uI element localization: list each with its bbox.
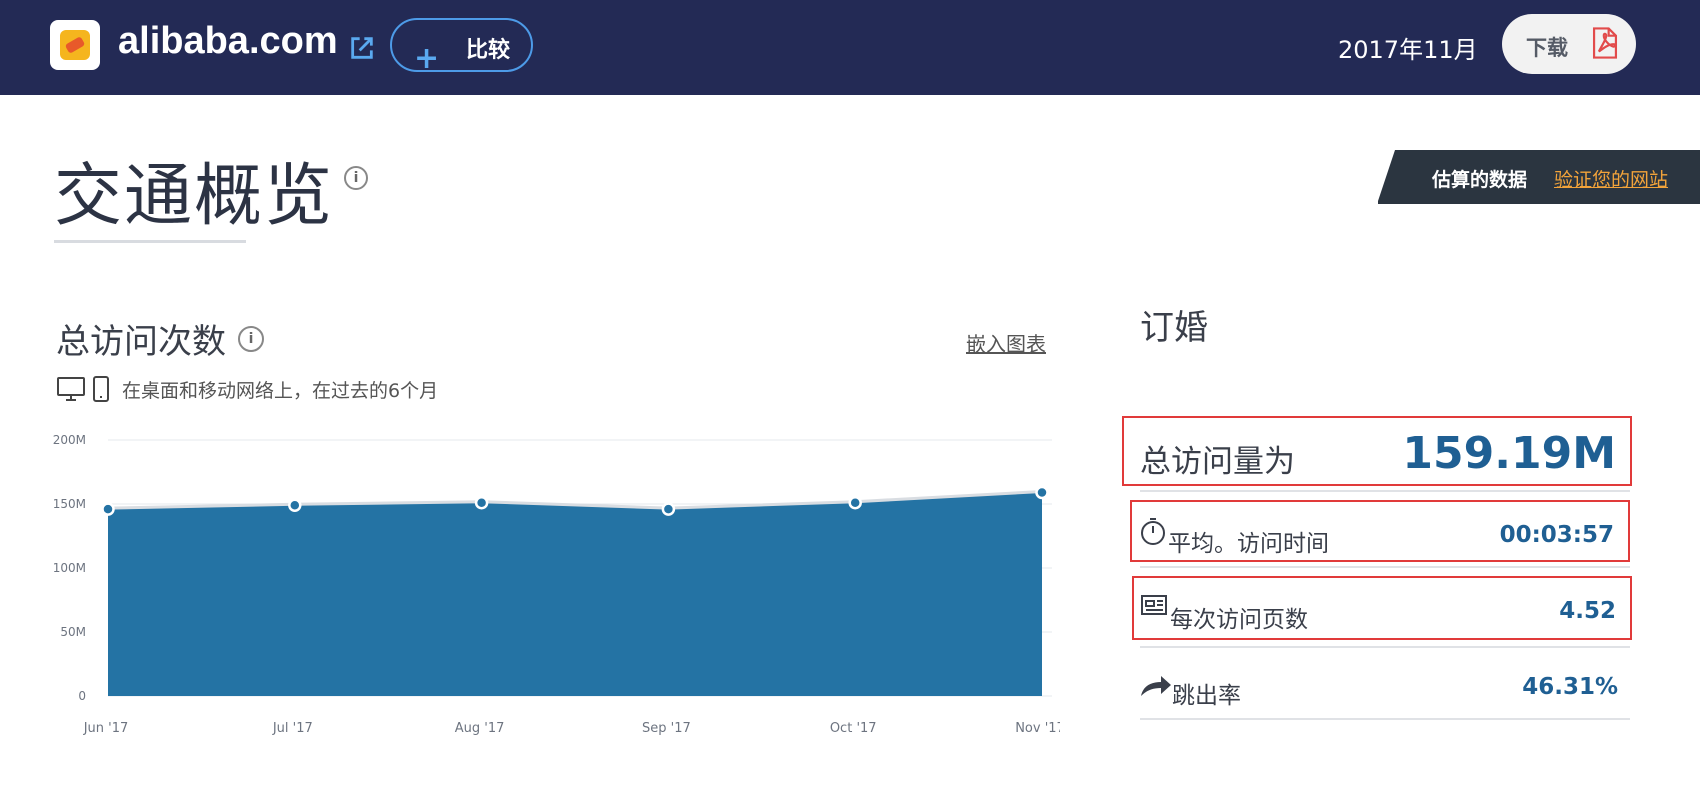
pages-per-visit-label: 每次访问页数	[1170, 607, 1308, 633]
pages-per-visit-value: 4.52	[1559, 598, 1616, 624]
title-underline	[54, 240, 246, 243]
x-tick-label: Oct '17	[830, 721, 877, 736]
plus-icon: +	[414, 41, 440, 76]
engagement-title: 订婚	[1140, 308, 1208, 348]
site-name: alibaba.com	[118, 20, 338, 62]
mobile-icon	[93, 376, 109, 402]
info-icon[interactable]: i	[238, 326, 264, 352]
total-visits-value: 159.19M	[1402, 428, 1616, 479]
x-tick-label: Jul '17	[272, 721, 313, 736]
bounce-arrow-icon	[1141, 676, 1171, 696]
divider	[1140, 646, 1630, 648]
pages-icon	[1141, 595, 1167, 615]
data-point	[848, 495, 862, 510]
verify-site-link[interactable]: 验证您的网站	[1554, 165, 1668, 192]
estimate-text: 估算的数据	[1432, 169, 1528, 191]
data-point	[101, 502, 115, 516]
download-button[interactable]: 下载	[1502, 14, 1636, 74]
bounce-rate-value: 46.31%	[1522, 674, 1618, 700]
avg-duration-metric: 平均。访问时间 00:03:57	[1130, 500, 1630, 562]
x-tick-label: Aug '17	[455, 721, 505, 736]
stopwatch-icon	[1141, 518, 1165, 545]
estimate-ribbon: 估算的数据 验证您的网站	[1377, 150, 1700, 204]
data-point	[661, 502, 676, 516]
pages-per-visit-metric: 每次访问页数 4.52	[1132, 576, 1632, 640]
divider	[1140, 490, 1630, 492]
y-tick-label: 0	[78, 689, 86, 703]
device-description: 在桌面和移动网络上，在过去的6个月	[122, 379, 439, 402]
bounce-rate-metric: 跳出率 46.31%	[1132, 660, 1632, 720]
x-tick-label: Jun '17	[83, 721, 129, 736]
data-point	[474, 495, 489, 510]
site-favicon	[50, 20, 100, 70]
top-bar: alibaba.com + 比较 2017年11月 下载	[0, 0, 1700, 95]
compare-label: 比较	[466, 38, 511, 63]
y-tick-label: 100M	[53, 561, 86, 575]
divider	[1140, 566, 1630, 568]
page-title: 交通概览	[54, 157, 335, 236]
download-label: 下载	[1526, 36, 1568, 60]
compare-button[interactable]: + 比较	[390, 18, 533, 76]
date-selector[interactable]: 2017年11月	[1338, 30, 1478, 65]
desktop-icon	[57, 377, 85, 401]
x-tick-label: Sep '17	[642, 721, 691, 736]
info-icon[interactable]: i	[344, 166, 368, 190]
bounce-rate-label: 跳出率	[1172, 683, 1241, 709]
y-tick-label: 50M	[60, 625, 86, 639]
device-filter: 在桌面和移动网络上，在过去的6个月	[56, 374, 438, 404]
divider	[1140, 718, 1630, 720]
y-tick-label: 150M	[53, 497, 86, 511]
visits-area	[108, 492, 1042, 696]
visits-area-chart: 0 50M 100M 150M 200M Jun '17 Jul '17 Aug '17 Sep…	[53, 433, 1060, 736]
data-point	[1035, 485, 1049, 500]
y-tick-label: 200M	[53, 433, 86, 447]
visits-title: 总访问次数	[56, 322, 226, 362]
x-tick-label: Nov '17	[1015, 721, 1060, 736]
embed-chart-link[interactable]: 嵌入图表	[966, 328, 1046, 357]
avg-duration-label: 平均。访问时间	[1168, 531, 1329, 557]
pdf-icon	[1592, 27, 1618, 59]
data-point	[288, 498, 302, 513]
external-link-icon[interactable]	[348, 34, 376, 62]
avg-duration-value: 00:03:57	[1499, 522, 1614, 548]
total-visits-metric: 总访问量为 159.19M	[1122, 416, 1632, 486]
total-visits-label: 总访问量为	[1140, 444, 1295, 480]
